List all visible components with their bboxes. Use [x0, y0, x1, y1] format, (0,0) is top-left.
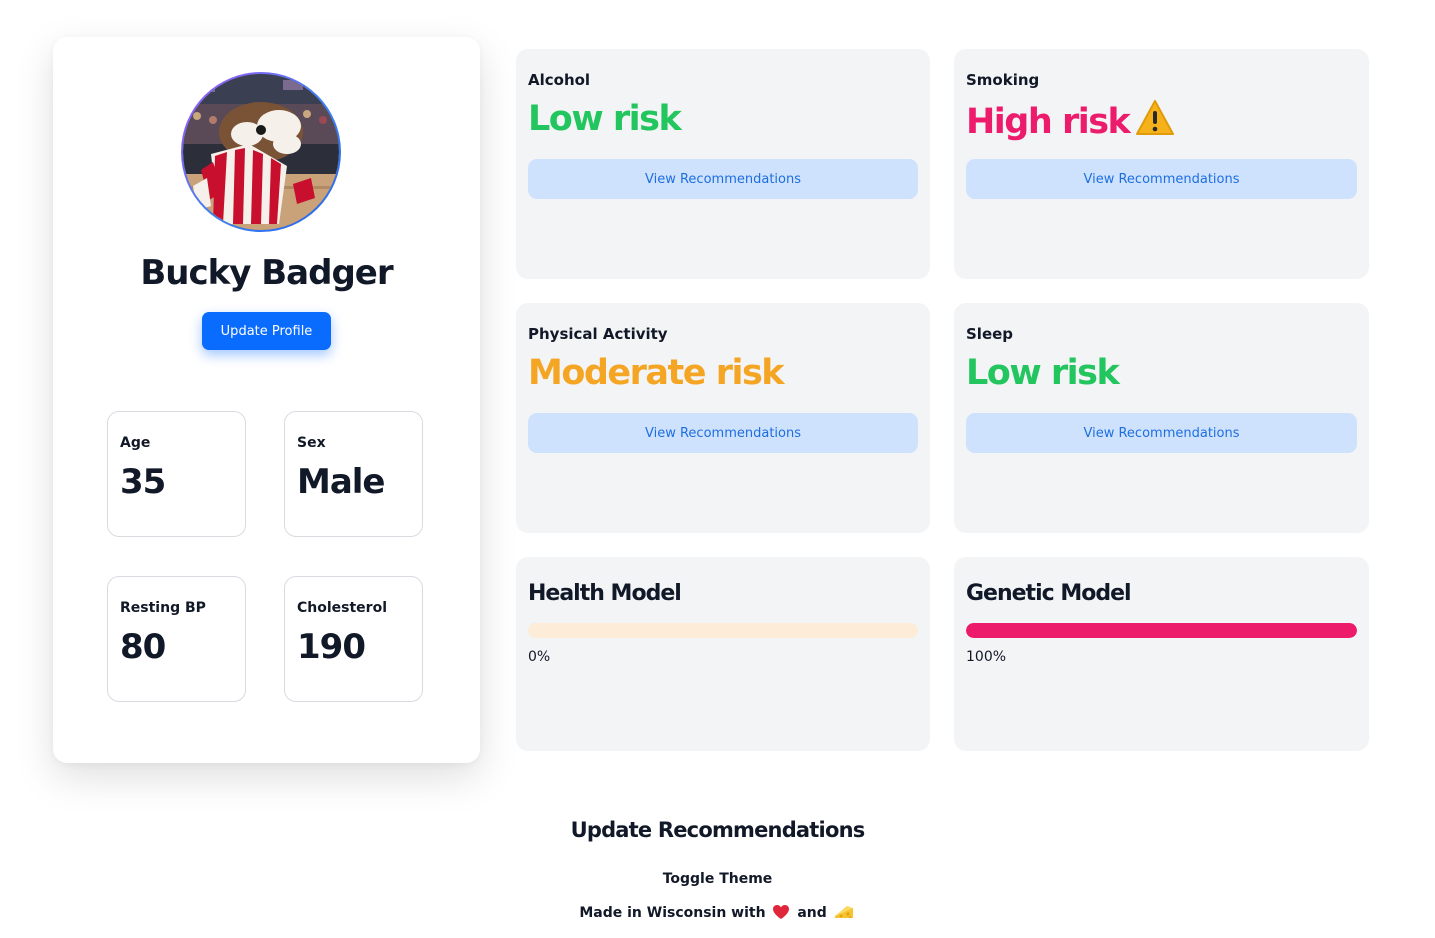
progress-percent: 100% [966, 649, 1007, 665]
risk-card-physical-activity: Physical Activity Moderate risk View Rec… [516, 303, 930, 533]
health-model-card: Health Model 0% [516, 557, 930, 751]
stat-age: Age 35 [107, 411, 246, 537]
stat-label: Sex [297, 435, 326, 451]
stat-label: Cholesterol [297, 600, 387, 616]
risk-value: Low risk [528, 99, 682, 139]
heart-icon [772, 904, 790, 924]
stat-sex: Sex Male [284, 411, 423, 537]
risk-label: Smoking [966, 71, 1040, 89]
stat-label: Resting BP [120, 600, 206, 616]
profile-card: Bucky Badger Update Profile Age 35 Sex M… [53, 37, 480, 763]
view-recommendations-button[interactable]: View Recommendations [528, 159, 918, 199]
stat-value: Male [297, 462, 385, 502]
risk-card-alcohol: Alcohol Low risk View Recommendations [516, 49, 930, 279]
cheese-icon [834, 904, 854, 924]
bucky-badger-avatar-icon [183, 74, 339, 230]
stat-value: 80 [120, 627, 166, 667]
view-recommendations-button[interactable]: View Recommendations [966, 159, 1357, 199]
risk-value: Low risk [966, 353, 1120, 393]
update-profile-button[interactable]: Update Profile [202, 312, 331, 350]
stat-label: Age [120, 435, 151, 451]
view-recommendations-button[interactable]: View Recommendations [966, 413, 1357, 453]
stat-resting-bp: Resting BP 80 [107, 576, 246, 702]
made-in-prefix: Made in Wisconsin with [579, 905, 766, 921]
model-title: Health Model [528, 581, 682, 606]
risk-label: Physical Activity [528, 325, 668, 343]
risk-card-smoking: Smoking High risk View Recommendations [954, 49, 1369, 279]
stat-value: 35 [120, 462, 166, 502]
avatar [181, 72, 341, 232]
profile-name: Bucky Badger [140, 253, 393, 293]
risk-label: Alcohol [528, 71, 591, 89]
view-recommendations-button[interactable]: View Recommendations [528, 413, 918, 453]
health-model-progress-bar [528, 623, 918, 638]
progress-fill [966, 623, 1357, 638]
toggle-theme-link[interactable]: Toggle Theme [0, 871, 1435, 887]
model-title: Genetic Model [966, 581, 1132, 606]
update-recommendations-heading: Update Recommendations [570, 818, 866, 842]
risk-value: Moderate risk [528, 353, 785, 393]
made-in-wisconsin-text: Made in Wisconsin with and [0, 904, 1435, 924]
progress-percent: 0% [528, 649, 551, 665]
risk-label: Sleep [966, 325, 1014, 343]
made-in-and: and [797, 905, 827, 921]
stat-value: 190 [297, 627, 366, 667]
stat-cholesterol: Cholesterol 190 [284, 576, 423, 702]
genetic-model-progress-bar [966, 623, 1357, 638]
risk-value: High risk [966, 99, 1175, 146]
genetic-model-card: Genetic Model 100% [954, 557, 1369, 751]
risk-card-sleep: Sleep Low risk View Recommendations [954, 303, 1369, 533]
warning-icon [1135, 99, 1175, 146]
